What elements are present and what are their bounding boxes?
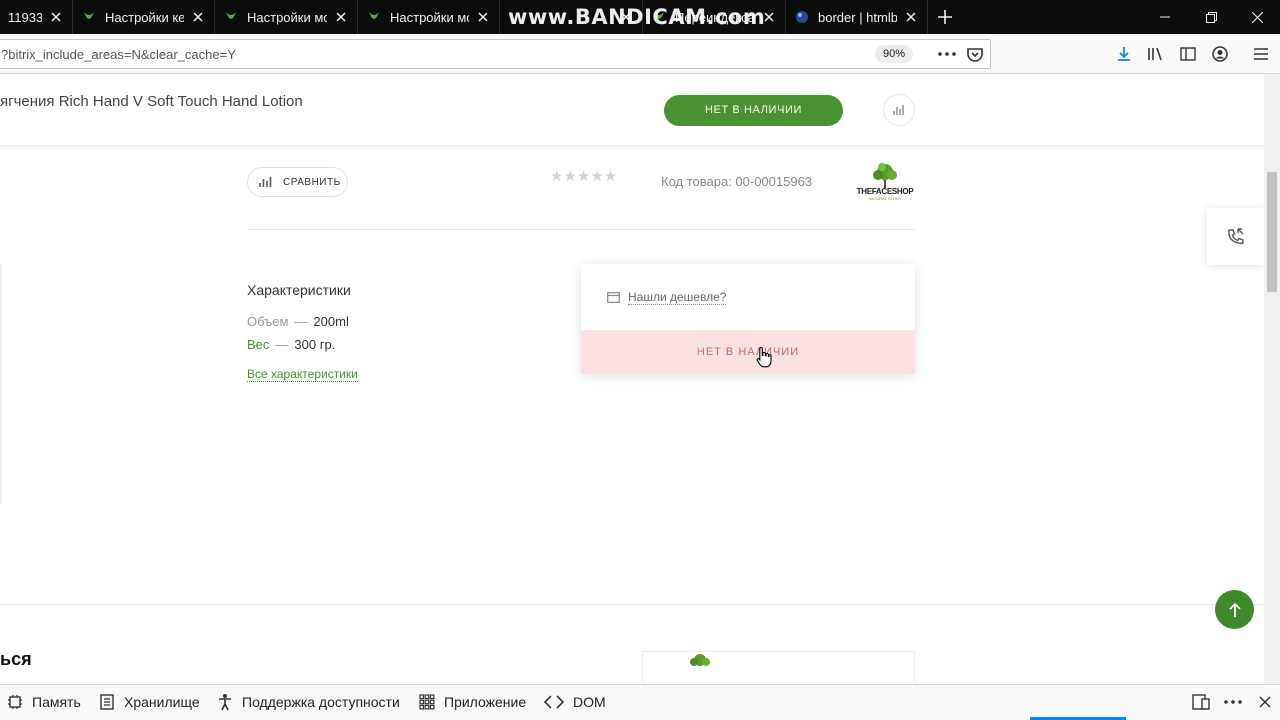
wallet-icon <box>607 292 620 303</box>
devtools-tab-label: Приложение <box>444 694 527 710</box>
dash: — <box>275 337 289 352</box>
browser-tab[interactable]: Настройки ке <box>73 0 215 34</box>
scroll-to-top-button[interactable] <box>1215 590 1254 629</box>
phone-callback-icon <box>1227 227 1244 244</box>
devtools-tab-label: Хранилище <box>124 694 200 710</box>
compare-button[interactable] <box>883 94 915 126</box>
devtools-tab-label: Память <box>32 694 81 710</box>
sticky-product-header: ягчения Rich Hand V Soft Touch Hand Loti… <box>0 74 1264 146</box>
found-cheaper-link[interactable]: Нашли дешевле? <box>607 290 727 305</box>
tab-title: 11933 - <box>8 9 42 25</box>
devtools-tab-accessibility[interactable]: Поддержка доступности <box>216 685 400 719</box>
devtools-tab-label: Поддержка доступности <box>242 694 400 710</box>
scrollbar-thumb[interactable] <box>1267 172 1277 292</box>
arrow-up-icon <box>1228 602 1241 617</box>
pocket-icon[interactable] <box>963 42 987 66</box>
callback-widget-button[interactable] <box>1207 208 1264 265</box>
tab-title: Настройки мо <box>247 9 327 25</box>
library-icon[interactable] <box>1144 42 1168 66</box>
characteristic-row: Вес — 300 гр. <box>247 337 335 352</box>
leaf-favicon-icon <box>366 9 382 25</box>
devtools-tab-memory[interactable]: Память <box>6 685 81 719</box>
close-devtools-icon[interactable] <box>1254 691 1276 713</box>
account-icon[interactable] <box>1208 42 1232 66</box>
product-card[interactable] <box>642 651 915 684</box>
brand-logo[interactable]: THEFACESHOP NATURAL STORY <box>854 162 916 202</box>
found-cheaper-label: Нашли дешевле? <box>628 290 727 305</box>
compare-label: СРАВНИТЬ <box>283 176 341 188</box>
dom-icon <box>543 693 565 711</box>
leaf-favicon-icon <box>81 9 97 25</box>
devtools-tab-label: DOM <box>573 694 606 710</box>
brand-name: THEFACESHOP <box>856 187 914 196</box>
page-actions-menu-icon[interactable] <box>935 42 959 66</box>
close-tab-icon[interactable] <box>190 9 206 25</box>
characteristic-key: Объем <box>247 314 289 329</box>
close-tab-icon[interactable] <box>475 9 491 25</box>
zoom-level-badge[interactable]: 90% <box>875 45 913 63</box>
close-tab-icon[interactable] <box>333 9 349 25</box>
buy-card: Нашли дешевле? НЕТ В НАЛИЧИИ <box>581 264 915 374</box>
tab-title: border | htmlbo <box>818 9 897 25</box>
out-of-stock-button[interactable]: НЕТ В НАЛИЧИИ <box>664 95 843 126</box>
navigation-bar: ?bitrix_include_areas=N&clear_cache=Y 90… <box>0 34 1280 74</box>
characteristic-value: 300 гр. <box>294 337 336 352</box>
close-window-button[interactable] <box>1234 0 1280 34</box>
divider <box>247 229 915 230</box>
section-heading: ься <box>0 649 32 669</box>
rating-stars[interactable]: ★★★★★ <box>550 167 617 185</box>
brand-tagline: NATURAL STORY <box>868 196 902 201</box>
product-sku: Код товара: 00-00015963 <box>661 174 813 189</box>
browser-tab-active[interactable]: border | htmlbo <box>786 0 928 34</box>
accessibility-icon <box>216 693 234 711</box>
storage-icon <box>98 693 116 711</box>
close-tab-icon[interactable] <box>903 9 919 25</box>
hamburger-menu-icon[interactable] <box>1249 42 1273 66</box>
devtools-tab-storage[interactable]: Хранилище <box>98 685 200 719</box>
url-text: ?bitrix_include_areas=N&clear_cache=Y <box>1 47 236 62</box>
brand-tree-icon <box>690 654 710 666</box>
application-icon <box>418 693 436 711</box>
devtools-tab-application[interactable]: Приложение <box>418 685 526 719</box>
sidebar-icon[interactable] <box>1176 42 1200 66</box>
devtools-tab-dom[interactable]: DOM <box>543 685 606 719</box>
bar-chart-icon <box>893 105 904 115</box>
recording-watermark: www.BANDICAM.com <box>508 5 766 29</box>
page-viewport: ягчения Rich Hand V Soft Touch Hand Loti… <box>0 74 1264 684</box>
devtools-menu-icon[interactable] <box>1222 691 1244 713</box>
tab-title: Настройки ке <box>105 9 184 25</box>
left-decoration <box>0 264 2 504</box>
globe-favicon-icon <box>794 9 810 25</box>
browser-tab[interactable]: 11933 - <box>0 0 73 34</box>
section-divider <box>0 604 1264 605</box>
characteristic-value: 200ml <box>313 314 349 329</box>
minimize-button[interactable] <box>1142 0 1188 34</box>
compare-pill-button[interactable]: СРАВНИТЬ <box>247 167 348 197</box>
product-title: ягчения Rich Hand V Soft Touch Hand Loti… <box>0 93 303 110</box>
leaf-favicon-icon <box>223 9 239 25</box>
browser-tab[interactable]: Настройки мо <box>215 0 358 34</box>
hand-cursor-icon <box>756 346 772 368</box>
characteristic-row: Объем — 200ml <box>247 314 349 329</box>
bar-chart-icon <box>259 177 272 187</box>
characteristic-key-link[interactable]: Вес <box>247 337 269 352</box>
responsive-design-icon[interactable] <box>1190 691 1212 713</box>
downloads-icon[interactable] <box>1112 42 1136 66</box>
plus-icon <box>938 10 952 24</box>
restore-button[interactable] <box>1188 0 1234 34</box>
page-scrollbar[interactable] <box>1264 74 1280 684</box>
browser-tab[interactable]: Настройки мо <box>358 0 500 34</box>
tab-title: Настройки мо <box>390 9 469 25</box>
close-tab-icon[interactable] <box>48 9 64 25</box>
all-characteristics-link[interactable]: Все характеристики <box>247 367 358 382</box>
out-of-stock-banner[interactable]: НЕТ В НАЛИЧИИ <box>581 330 915 374</box>
new-tab-button[interactable] <box>928 0 962 34</box>
characteristics-heading: Характеристики <box>247 282 351 298</box>
memory-icon <box>6 693 24 711</box>
devtools-toolbar: Память Хранилище Поддержка доступности П… <box>0 684 1280 720</box>
address-bar[interactable]: ?bitrix_include_areas=N&clear_cache=Y 90… <box>0 39 991 69</box>
dash: — <box>294 314 308 329</box>
